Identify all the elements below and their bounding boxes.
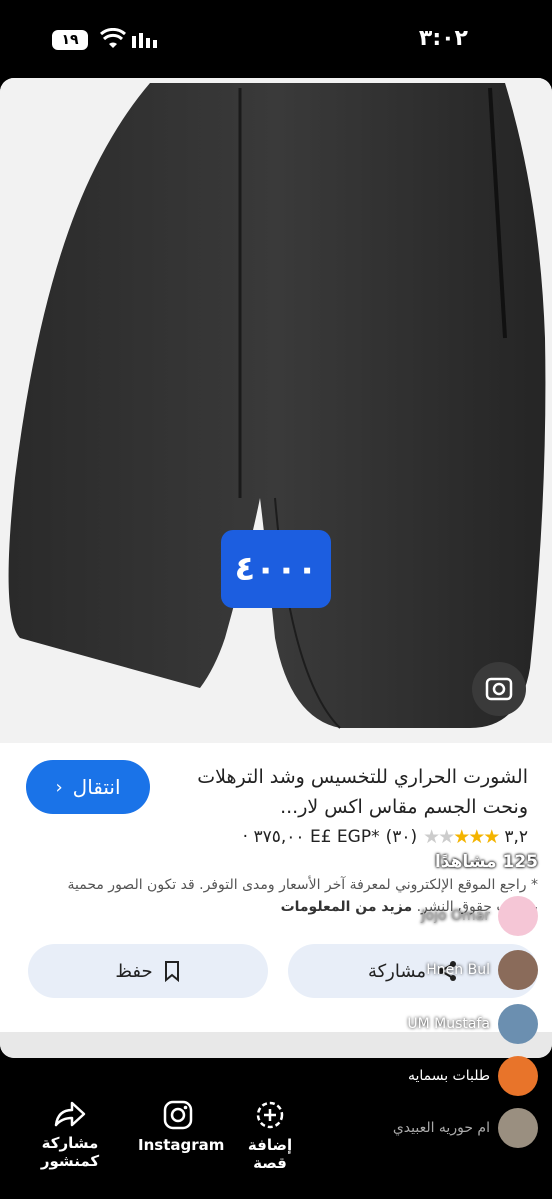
instagram-icon — [163, 1100, 193, 1130]
commenter-name: Hnen Bul — [426, 962, 490, 978]
product-image[interactable]: ٤٠٠٠ — [0, 78, 552, 743]
product-title[interactable]: الشورت الحراري للتخسيس وشد الترهلات ونحت… — [168, 762, 528, 822]
commenter-name: ام حوريه العبيدي — [392, 1120, 490, 1136]
review-count: (٣٠) — [385, 827, 418, 847]
live-comment: طلبات بسمايه — [408, 1056, 538, 1096]
add-story-label: إضافة قصة — [247, 1136, 293, 1172]
chevron-left-icon: ‹ — [55, 776, 63, 798]
camera-icon — [485, 677, 513, 701]
viewer-count: 125 مشاهدًا — [434, 852, 538, 872]
rating-row: ٣,٢ ★★★★★ (٣٠) *E£ EGP ٣٧٥,٠٠ · — [243, 826, 528, 848]
share-as-post-label: مشاركة كمنشور — [40, 1134, 100, 1170]
avatar[interactable] — [498, 1108, 538, 1148]
wifi-icon — [100, 28, 126, 48]
visit-button[interactable]: انتقال ‹ — [26, 760, 150, 814]
live-comment: UM Mustafa — [407, 1004, 538, 1044]
signal-icon — [132, 33, 157, 48]
bottom-action-bar: مشاركة كمنشور Instagram إضافة قصة — [0, 1090, 340, 1172]
star-rating-icon: ★★★★★ — [423, 826, 500, 848]
save-button[interactable]: حفظ — [28, 944, 268, 998]
save-label: حفظ — [115, 960, 153, 982]
battery-icon: ١٩ — [52, 30, 88, 50]
live-comment: Jojo Omar — [421, 896, 538, 936]
more-info-link[interactable]: مزيد من المعلومات — [281, 899, 413, 915]
avatar[interactable] — [498, 1056, 538, 1096]
avatar[interactable] — [498, 950, 538, 990]
commenter-name: Jojo Omar — [421, 908, 490, 924]
share-label: مشاركة — [367, 960, 427, 982]
commenter-name: طلبات بسمايه — [407, 1068, 490, 1084]
google-lens-button[interactable] — [472, 662, 526, 716]
avatar[interactable] — [498, 896, 538, 936]
instagram-button[interactable]: Instagram — [138, 1100, 224, 1154]
share-as-post-button[interactable]: مشاركة كمنشور — [22, 1100, 118, 1170]
clock: ٣:٠٢ — [418, 26, 468, 51]
add-story-icon — [256, 1101, 284, 1129]
bookmark-icon — [164, 961, 179, 982]
status-bar: ١٩ ٣:٠٢ — [0, 0, 552, 78]
shorts-illustration — [8, 83, 546, 729]
add-story-button[interactable]: إضافة قصة — [232, 1100, 308, 1172]
live-comment: ام حوريه العبيدي — [393, 1108, 538, 1148]
instagram-label: Instagram — [138, 1136, 225, 1154]
visit-label: انتقال — [72, 775, 121, 799]
product-price: *E£ EGP ٣٧٥,٠٠ · — [242, 827, 380, 847]
forward-arrow-icon — [54, 1101, 86, 1127]
avatar[interactable] — [498, 1004, 538, 1044]
rating-value: ٣,٢ — [504, 827, 528, 847]
commenter-name: UM Mustafa — [407, 1016, 490, 1032]
price-badge[interactable]: ٤٠٠٠ — [221, 530, 331, 608]
live-comment: Hnen Bul — [426, 950, 538, 990]
